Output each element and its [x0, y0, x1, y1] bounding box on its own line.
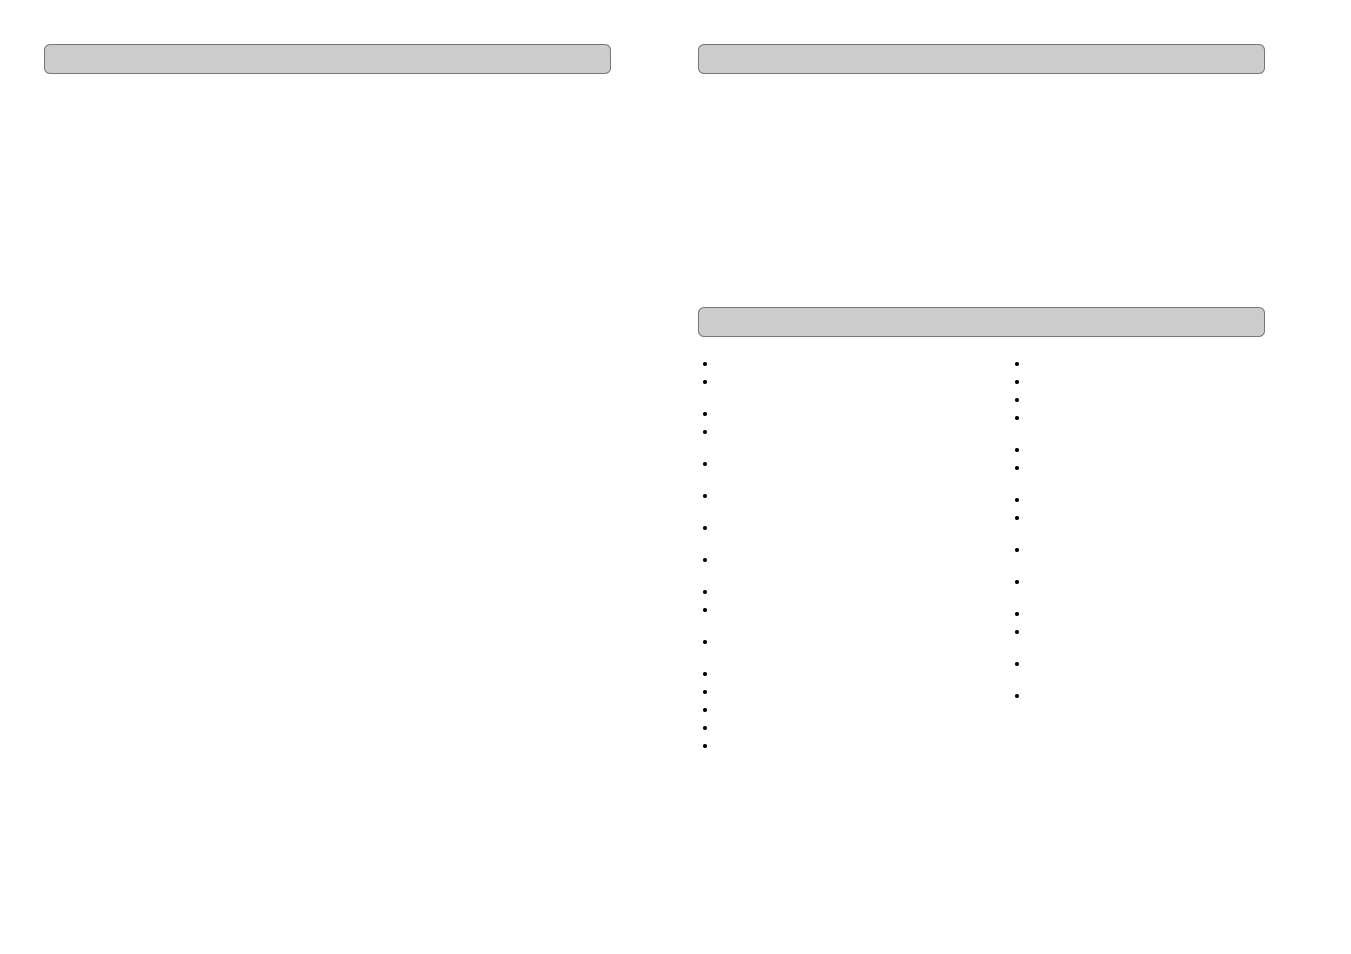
bullet-group	[698, 665, 953, 755]
list-item	[1030, 623, 1265, 641]
list-item	[1030, 391, 1265, 409]
bullet-group	[698, 551, 953, 569]
list-item	[718, 405, 953, 423]
bullet-group	[1010, 655, 1265, 673]
list-item	[718, 487, 953, 505]
list-item	[1030, 655, 1265, 673]
list-item	[718, 683, 953, 701]
panel-top-left	[44, 44, 611, 74]
list-item	[718, 701, 953, 719]
list-item	[718, 373, 953, 391]
list-item	[718, 355, 953, 373]
list-item	[1030, 687, 1265, 705]
bullet-group	[698, 519, 953, 537]
list-item	[718, 519, 953, 537]
bullet-group	[1010, 491, 1265, 527]
bullet-group	[1010, 355, 1265, 427]
bullet-group	[1010, 605, 1265, 641]
panel-top-right	[698, 44, 1265, 74]
list-item	[1030, 459, 1265, 477]
list-item	[718, 633, 953, 651]
bullet-group	[698, 455, 953, 473]
bullet-group	[1010, 573, 1265, 591]
panel-mid-right	[698, 307, 1265, 337]
list-item	[718, 719, 953, 737]
bullet-column-left	[698, 355, 953, 769]
list-item	[1030, 605, 1265, 623]
list-item	[718, 601, 953, 619]
list-item	[718, 665, 953, 683]
bullet-column-right	[1010, 355, 1265, 769]
page-container	[0, 0, 1351, 954]
bullet-group	[698, 633, 953, 651]
list-item	[1030, 355, 1265, 373]
list-item	[718, 455, 953, 473]
bullet-group	[698, 487, 953, 505]
list-item	[718, 423, 953, 441]
bullet-group	[698, 355, 953, 391]
list-item	[1030, 409, 1265, 427]
list-item	[1030, 441, 1265, 459]
bullet-group	[698, 583, 953, 619]
list-item	[1030, 573, 1265, 591]
list-item	[1030, 491, 1265, 509]
bullet-group	[698, 405, 953, 441]
list-item	[718, 583, 953, 601]
list-item	[1030, 541, 1265, 559]
bullet-group	[1010, 541, 1265, 559]
bullet-group	[1010, 687, 1265, 705]
list-item	[1030, 509, 1265, 527]
list-item	[718, 551, 953, 569]
bullet-group	[1010, 441, 1265, 477]
list-item	[718, 737, 953, 755]
list-item	[1030, 373, 1265, 391]
lists-area	[698, 355, 1265, 769]
